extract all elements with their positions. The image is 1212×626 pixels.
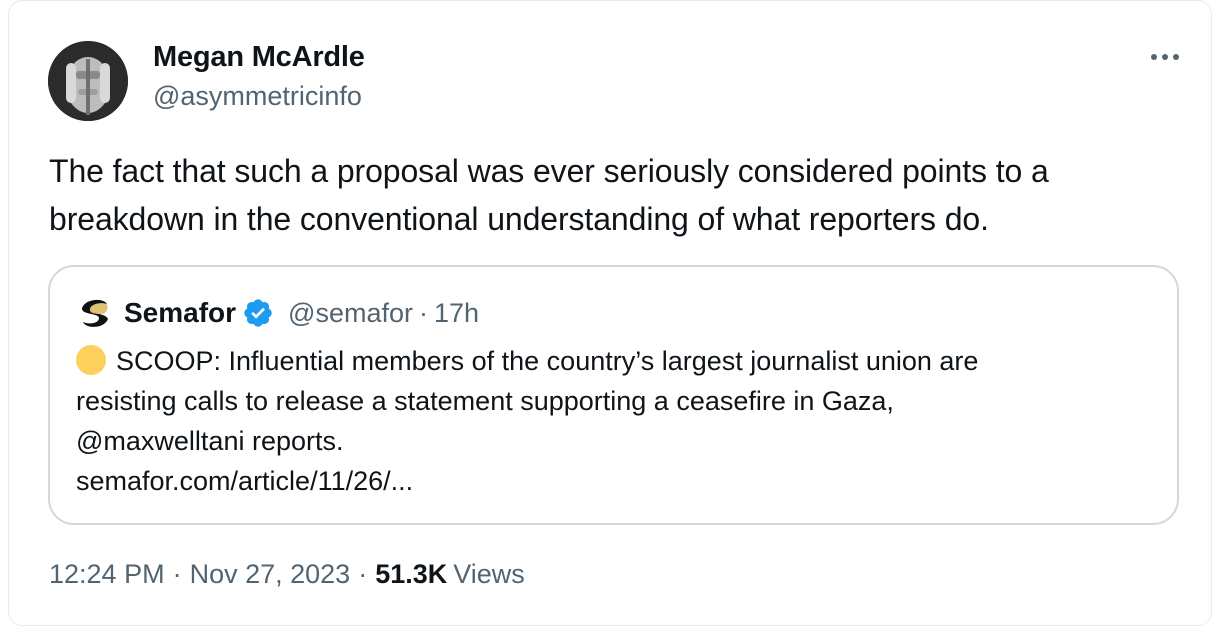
more-dots-icon <box>1151 54 1157 60</box>
views-count: 51.3K <box>375 559 448 589</box>
verified-badge-icon <box>242 297 274 329</box>
separator-dot: · <box>419 297 428 328</box>
quoted-line-1: SCOOP: Influential members of the countr… <box>76 341 1156 381</box>
tweet-text: The fact that such a proposal was ever s… <box>49 153 1049 237</box>
tweet-metadata: 12:24 PM · Nov 27, 2023 · 51.3K Views <box>49 559 525 590</box>
yellow-circle-emoji-icon <box>76 345 106 375</box>
quoted-author-handle[interactable]: @semafor <box>288 298 413 329</box>
separator-dot: · <box>358 559 368 589</box>
quoted-tweet-text: SCOOP: Influential members of the countr… <box>76 341 1156 501</box>
author-name[interactable]: Megan McArdle <box>153 41 365 74</box>
quoted-line-2: resisting calls to release a statement s… <box>76 386 894 416</box>
quoted-tweet-time[interactable]: 17h <box>434 298 479 329</box>
quoted-line-3: @maxwelltani reports. <box>76 426 344 456</box>
avatar[interactable] <box>48 41 128 121</box>
quoted-tweet[interactable]: Semafor @semafor · 17h SCOOP: Influentia… <box>48 265 1179 525</box>
semafor-logo-icon[interactable] <box>76 294 114 332</box>
quoted-author-name[interactable]: Semafor <box>124 297 236 329</box>
article-link[interactable]: semafor.com/article/11/26/... <box>76 461 1156 501</box>
quoted-tweet-header: Semafor @semafor · 17h <box>76 293 479 333</box>
tweet-time[interactable]: 12:24 PM <box>49 559 165 590</box>
tweet-card: Megan McArdle @asymmetricinfo The fact t… <box>8 0 1212 626</box>
author-handle[interactable]: @asymmetricinfo <box>153 81 362 112</box>
profile-photo-icon <box>48 41 128 121</box>
separator-dot: · <box>172 559 182 589</box>
views-label: Views <box>453 559 525 589</box>
more-options-button[interactable] <box>1145 43 1185 71</box>
tweet-date[interactable]: Nov 27, 2023 <box>190 559 351 590</box>
